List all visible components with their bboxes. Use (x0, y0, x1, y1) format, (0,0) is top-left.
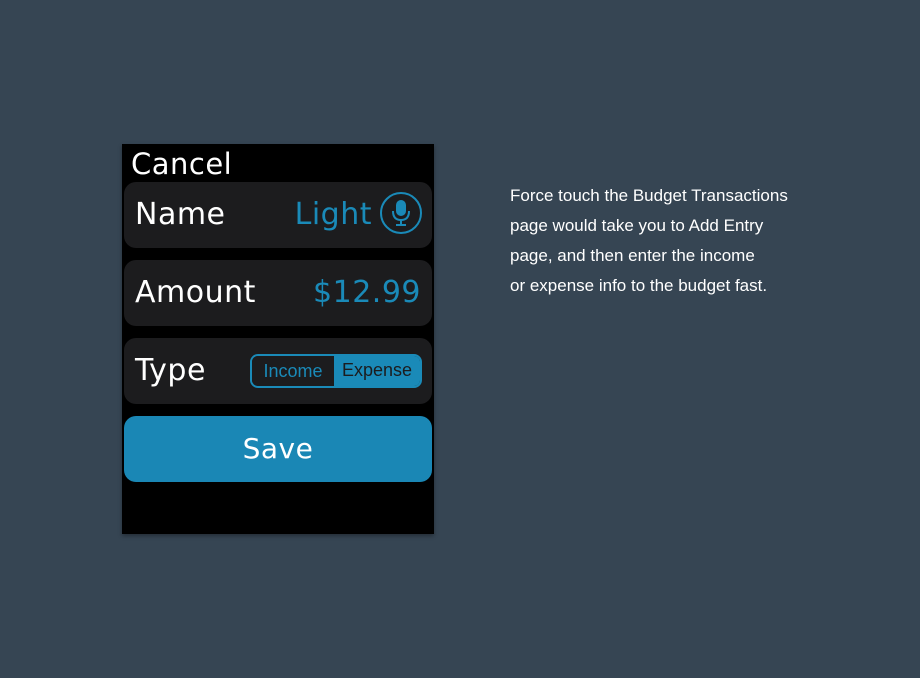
amount-label: Amount (135, 275, 256, 310)
name-label: Name (135, 197, 226, 232)
name-row[interactable]: Name Light (124, 182, 432, 248)
microphone-glyph (392, 200, 410, 226)
microphone-icon[interactable] (380, 192, 422, 234)
amount-row[interactable]: Amount $12.99 (124, 260, 432, 326)
description-line: page would take you to Add Entry (510, 216, 764, 235)
description-line: page, and then enter the income (510, 246, 755, 265)
type-option-expense[interactable]: Expense (334, 356, 420, 386)
description-line: or expense info to the budget fast. (510, 276, 768, 295)
type-label: Type (135, 353, 206, 388)
name-value[interactable]: Light (295, 196, 372, 234)
save-button[interactable]: Save (124, 416, 432, 482)
feature-description: Force touch the Budget Transactions page… (510, 181, 870, 301)
type-row: Type Income Expense (124, 338, 432, 404)
type-segmented-control[interactable]: Income Expense (250, 354, 422, 388)
watch-screen: Cancel Name Light Amount $12.99 Type Inc… (122, 144, 434, 534)
amount-value[interactable]: $12.99 (313, 274, 421, 312)
type-option-income[interactable]: Income (252, 356, 334, 386)
description-line: Force touch the Budget Transactions (510, 186, 788, 205)
cancel-button[interactable]: Cancel (131, 146, 232, 182)
